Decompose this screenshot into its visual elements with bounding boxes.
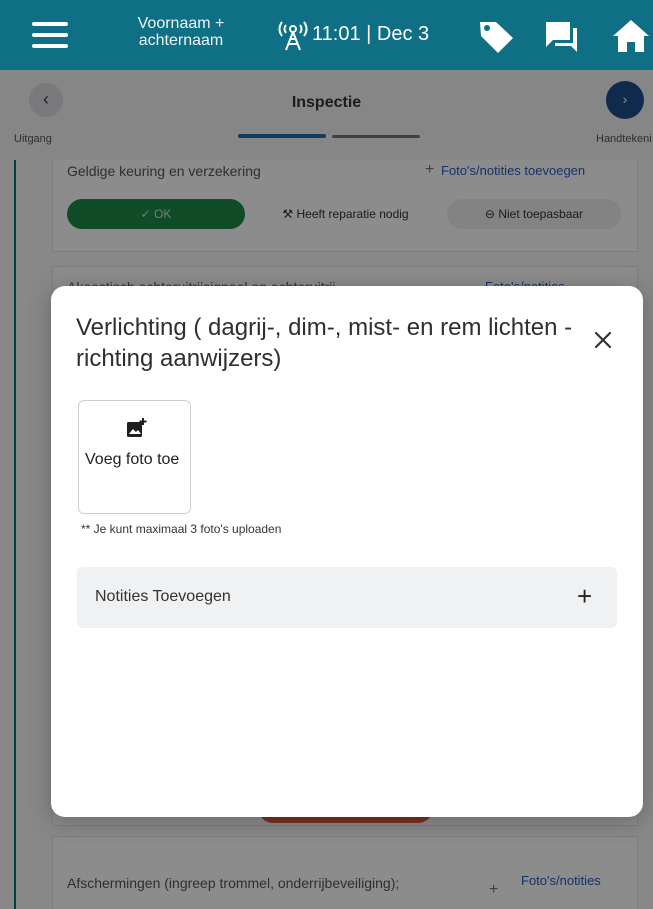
- menu-icon[interactable]: [32, 22, 68, 50]
- add-notes-label: Notities Toevoegen: [95, 588, 231, 605]
- add-photo-label: Voeg foto toe: [85, 451, 180, 468]
- add-photo-icon: [127, 418, 147, 437]
- user-name: Voornaam + achternaam: [137, 15, 225, 49]
- chat-icon[interactable]: [543, 19, 579, 55]
- upload-limit-note: ** Je kunt maximaal 3 foto's uploaden: [81, 522, 282, 536]
- plus-icon: +: [577, 581, 593, 611]
- app-top-bar: Voornaam + achternaam 11:01 | Dec 3: [0, 0, 653, 70]
- add-notes-row[interactable]: Notities Toevoegen +: [77, 567, 617, 628]
- tag-icon[interactable]: [476, 16, 516, 56]
- modal-title: Verlichting ( dagrij-, dim-, mist- en re…: [76, 314, 573, 372]
- signal-tower-icon: [278, 21, 308, 51]
- clock: 11:01 | Dec 3: [312, 23, 430, 45]
- notes-modal: Verlichting ( dagrij-, dim-, mist- en re…: [51, 286, 643, 817]
- home-icon[interactable]: [611, 18, 651, 54]
- add-photo-button[interactable]: Voeg foto toe: [78, 400, 191, 514]
- close-icon[interactable]: [592, 329, 614, 351]
